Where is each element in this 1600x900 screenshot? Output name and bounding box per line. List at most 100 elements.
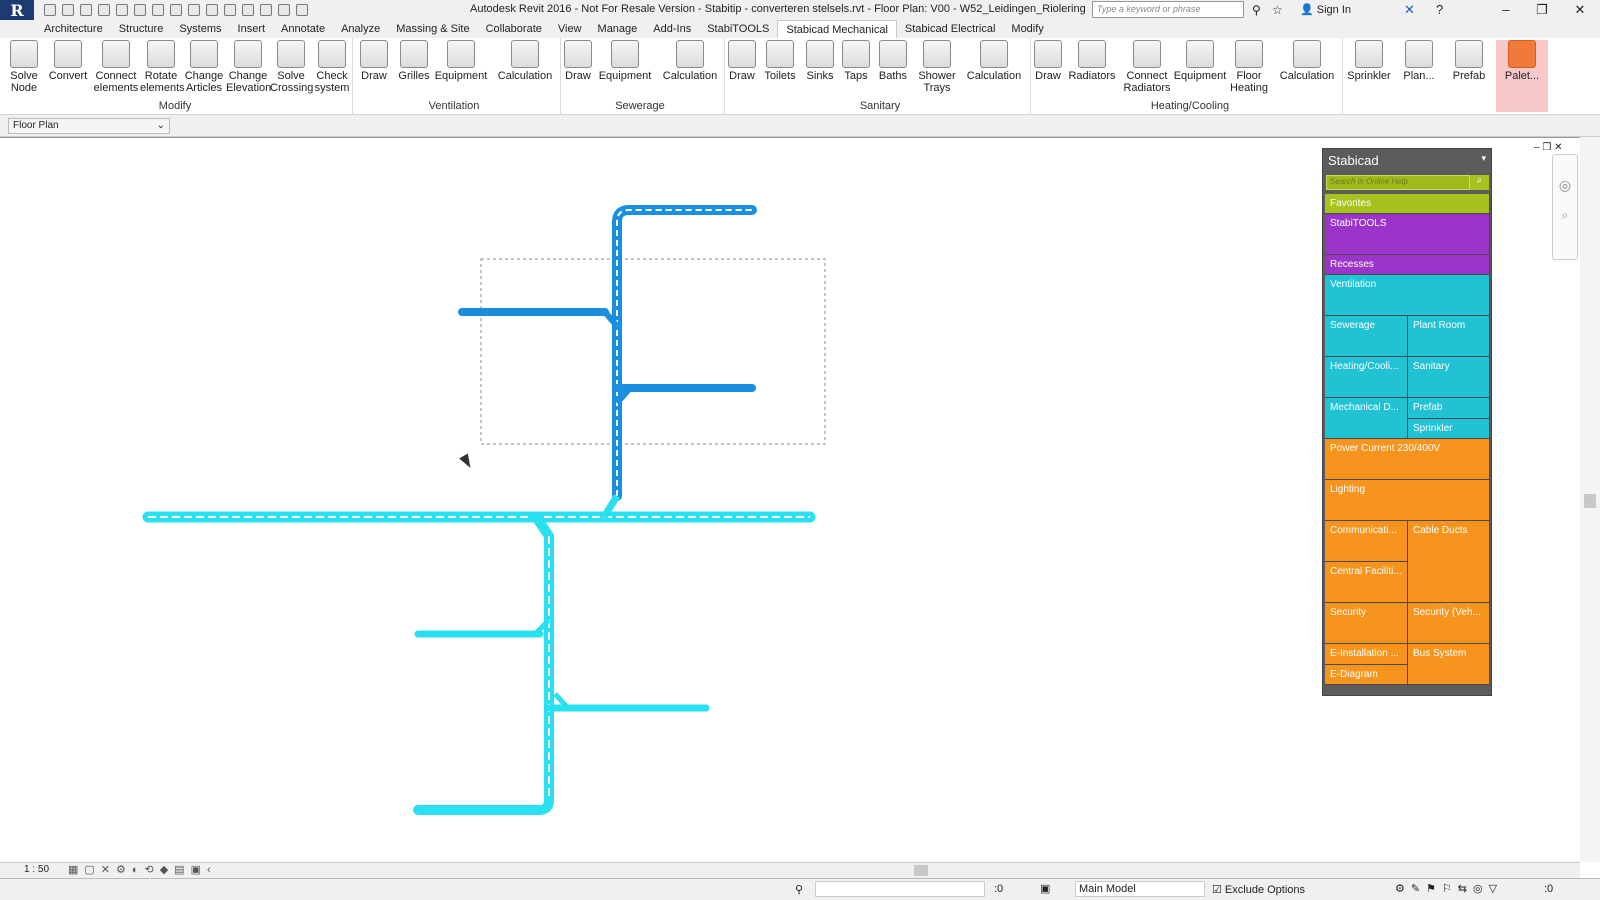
tab-annotate[interactable]: Annotate (273, 20, 333, 38)
close-button[interactable]: ✕ (1562, 0, 1598, 20)
palette-button[interactable]: Palet... (1496, 40, 1548, 112)
ventilation-draw-button[interactable]: Draw (356, 40, 392, 82)
design-options-icon[interactable]: ▣ (1040, 882, 1050, 895)
application-menu-button[interactable]: R (0, 0, 34, 20)
tile-e-installation[interactable]: E-Installation ... (1325, 644, 1408, 665)
ventilation-calculation-button[interactable]: Calculation (496, 40, 554, 82)
tab-structure[interactable]: Structure (111, 20, 172, 38)
tile-recesses[interactable]: Recesses (1325, 255, 1490, 275)
exchange-apps-icon[interactable]: ✕ (1404, 2, 1415, 18)
plan-button[interactable]: Plan... (1396, 40, 1442, 82)
switch-windows-icon[interactable] (296, 4, 308, 16)
tile-plant-room[interactable]: Plant Room (1408, 316, 1490, 357)
shower-trays-button[interactable]: Shower Trays (915, 40, 959, 94)
tile-sprinkler[interactable]: Sprinkler (1408, 419, 1490, 439)
view-window-controls[interactable]: – ❐ ✕ (1534, 142, 1562, 153)
restore-button[interactable]: ❐ (1524, 0, 1560, 20)
tile-favorites[interactable]: Favorites (1325, 194, 1490, 214)
sewerage-equipment-button[interactable]: Equipment (598, 40, 652, 82)
tab-add-ins[interactable]: Add-Ins (645, 20, 699, 38)
tile-lighting[interactable]: Lighting (1325, 480, 1490, 521)
view-control-icons[interactable]: ▦▢✕⚙◐⟲◆▤▣‹ (68, 863, 217, 876)
solve-node-button[interactable]: Solve Node (6, 40, 42, 94)
convert-button[interactable]: Convert (48, 40, 88, 82)
sanitary-calculation-button[interactable]: Calculation (964, 40, 1024, 82)
taps-button[interactable]: Taps (838, 40, 874, 82)
radiators-button[interactable]: Radiators (1066, 40, 1118, 82)
exclude-options-checkbox[interactable]: ☑ Exclude Options (1212, 883, 1305, 896)
heating-equipment-button[interactable]: Equipment (1172, 40, 1228, 82)
tab-insert[interactable]: Insert (230, 20, 274, 38)
connect-radiators-button[interactable]: Connect Radiators (1118, 40, 1176, 94)
selected-pipe-system[interactable] (458, 205, 757, 501)
tab-stabitools[interactable]: StabiTOOLS (699, 20, 777, 38)
grilles-button[interactable]: Grilles (396, 40, 432, 82)
check-system-button[interactable]: Check system (312, 40, 352, 94)
infocenter-icon[interactable]: ⚲ (1252, 3, 1261, 17)
solve-crossing-button[interactable]: Solve Crossing (270, 40, 313, 94)
sanitary-draw-button[interactable]: Draw (724, 40, 760, 82)
tile-ventilation[interactable]: Ventilation (1325, 275, 1490, 316)
tile-bus-system[interactable]: Bus System (1408, 644, 1490, 685)
palette-search-input[interactable]: Search in Online Help (1326, 175, 1470, 190)
tag-icon[interactable] (188, 4, 200, 16)
change-elevation-button[interactable]: Change Elevation (226, 40, 271, 94)
view-type-selector[interactable]: Floor Plan ⌄ (8, 118, 170, 134)
horizontal-scroll-thumb[interactable] (914, 865, 928, 876)
tile-power-current[interactable]: Power Current 230/400V (1325, 439, 1490, 480)
workset-field[interactable] (815, 881, 985, 897)
sinks-button[interactable]: Sinks (802, 40, 838, 82)
tile-sanitary[interactable]: Sanitary (1408, 357, 1490, 398)
tab-systems[interactable]: Systems (171, 20, 229, 38)
tile-cable-ducts[interactable]: Cable Ducts (1408, 521, 1490, 603)
dimension-icon[interactable] (170, 4, 182, 16)
sewerage-calculation-button[interactable]: Calculation (660, 40, 720, 82)
zoom-icon[interactable]: ⌕ (1553, 208, 1577, 223)
tab-analyze[interactable]: Analyze (333, 20, 388, 38)
open-icon[interactable] (44, 4, 56, 16)
tab-modify[interactable]: Modify (1003, 20, 1051, 38)
thin-lines-icon[interactable] (260, 4, 272, 16)
navigation-bar[interactable]: ◎ ⌕ (1552, 154, 1578, 260)
tile-sewerage[interactable]: Sewerage (1325, 316, 1408, 357)
tab-stabicad-mechanical[interactable]: Stabicad Mechanical (777, 20, 897, 38)
tile-communication[interactable]: Communicati... (1325, 521, 1408, 562)
tile-mechanical-d[interactable]: Mechanical D... (1325, 398, 1408, 439)
close-hidden-icon[interactable] (278, 4, 290, 16)
status-tool-icons[interactable]: ⚙✎⚑⚐⇆◎▽ (1395, 882, 1503, 895)
connect-elements-button[interactable]: Connect elements (92, 40, 140, 94)
steering-wheel-icon[interactable]: ◎ (1553, 177, 1577, 194)
ventilation-equipment-button[interactable]: Equipment (434, 40, 488, 82)
text-icon[interactable] (206, 4, 218, 16)
section-icon[interactable] (242, 4, 254, 16)
worksharing-icon[interactable]: ⚲ (795, 883, 803, 896)
change-articles-button[interactable]: Change Articles (184, 40, 224, 94)
scroll-thumb[interactable] (1584, 494, 1596, 508)
tile-security-veh[interactable]: Security (Veh... (1408, 603, 1490, 644)
subscription-icon[interactable]: ☆ (1272, 3, 1283, 17)
rotate-elements-button[interactable]: Rotate elements (140, 40, 185, 94)
help-search-input[interactable]: Type a keyword or phrase (1092, 1, 1244, 18)
save-icon[interactable] (62, 4, 74, 16)
search-icon[interactable]: ⌕ (1470, 175, 1489, 190)
minimize-button[interactable]: – (1488, 0, 1524, 20)
chevron-down-icon[interactable]: ▾ (1481, 153, 1486, 164)
heating-calculation-button[interactable]: Calculation (1276, 40, 1338, 82)
tab-collaborate[interactable]: Collaborate (478, 20, 550, 38)
undo-icon[interactable] (98, 4, 110, 16)
tab-manage[interactable]: Manage (590, 20, 646, 38)
cyan-pipe-system[interactable] (142, 494, 816, 815)
3d-view-icon[interactable] (224, 4, 236, 16)
sync-icon[interactable] (80, 4, 92, 16)
tab-stabicad-electrical[interactable]: Stabicad Electrical (897, 20, 1004, 38)
toilets-button[interactable]: Toilets (762, 40, 798, 82)
tile-prefab[interactable]: Prefab (1408, 398, 1490, 419)
vertical-scrollbar[interactable] (1580, 137, 1600, 862)
tab-massing-site[interactable]: Massing & Site (388, 20, 477, 38)
help-icon[interactable]: ? (1436, 2, 1443, 17)
measure-icon[interactable] (152, 4, 164, 16)
sign-in-button[interactable]: 👤 Sign In (1300, 3, 1351, 16)
tile-e-diagram[interactable]: E-Diagram (1325, 665, 1408, 685)
tile-security[interactable]: Security (1325, 603, 1408, 644)
prefab-button[interactable]: Prefab (1446, 40, 1492, 82)
